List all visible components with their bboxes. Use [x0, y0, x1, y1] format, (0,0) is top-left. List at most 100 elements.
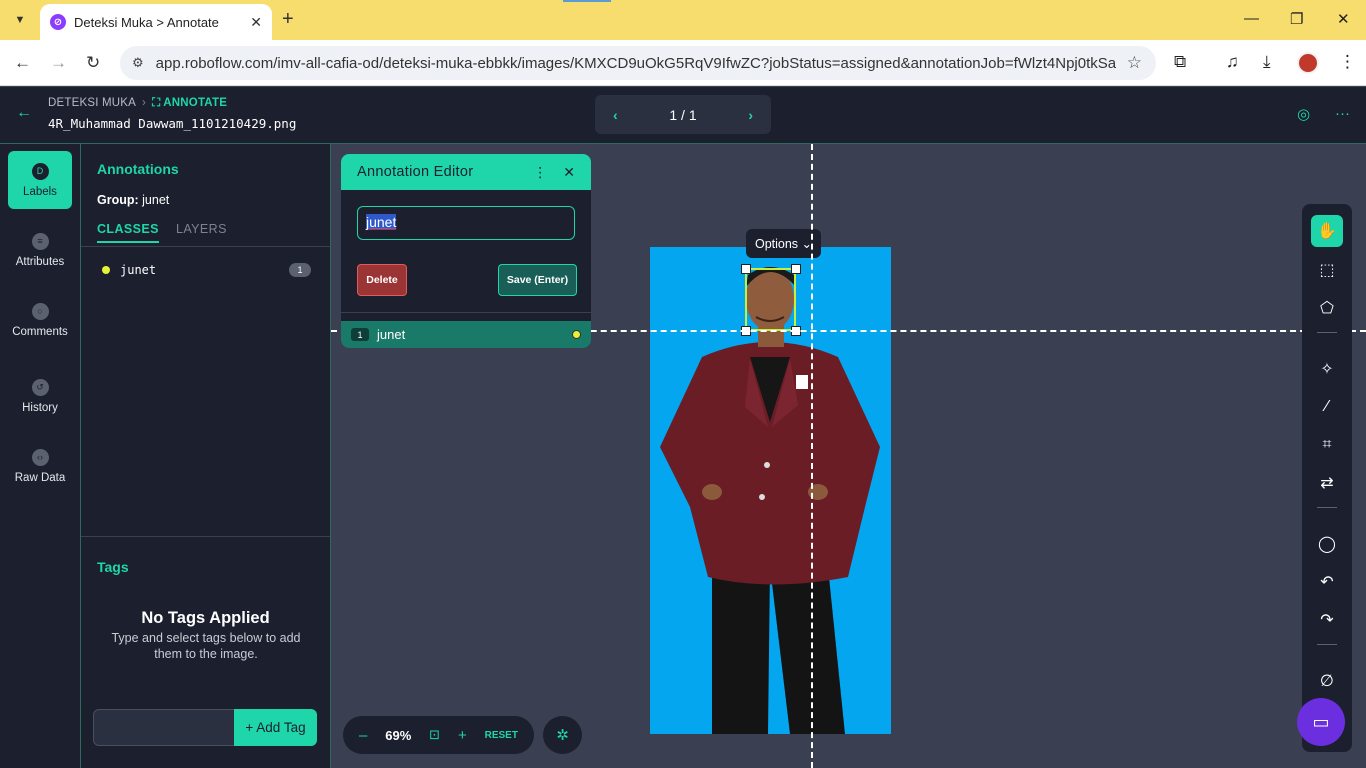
resize-handle[interactable] [791, 264, 801, 274]
zoom-controls: – 69% ⊡ + RESET [343, 716, 534, 754]
tab-title: Deteksi Muka > Annotate [74, 14, 219, 30]
browser-tab-bar: ▼ ⊘ Deteksi Muka > Annotate ✕ + — ❐ ✕ [0, 0, 1366, 40]
left-sidebar: D Labels ≡ Attributes ○ Comments ↺ Histo… [0, 144, 81, 768]
tab-layers[interactable]: LAYERS [176, 222, 227, 236]
class-name-input[interactable]: junet [357, 206, 575, 240]
redo-icon[interactable]: ↷ [1311, 604, 1343, 636]
tool-palette: ✋ ⬚ ⬠ ✧ ⁄ ⌗ ⇄ ◯ ↶ ↷ ∅ [1302, 204, 1352, 752]
sidebar-item-labels[interactable]: D Labels [8, 151, 72, 209]
zoom-level: 69% [385, 727, 412, 743]
null-annotation-icon[interactable]: ∅ [1311, 665, 1343, 697]
editor-divider [341, 312, 591, 313]
support-chat-icon[interactable]: ▭ [1297, 698, 1345, 746]
previous-image-icon[interactable]: ‹ [613, 107, 618, 123]
tag-input[interactable] [93, 709, 235, 746]
bounding-box[interactable] [745, 268, 796, 331]
editor-header: Annotation Editor ⋮ ✕ [341, 154, 591, 190]
polygon-tool-icon[interactable]: ⬠ [1311, 292, 1343, 324]
annotation-editor: Annotation Editor ⋮ ✕ junet Delete Save … [341, 154, 591, 348]
class-name: junet [120, 263, 157, 277]
browser-tab[interactable]: ⊘ Deteksi Muka > Annotate ✕ [40, 4, 272, 40]
box-options-button[interactable]: Options ⌄ [746, 229, 821, 258]
hand-tool-icon[interactable]: ✋ [1311, 215, 1343, 247]
comments-icon: ○ [31, 302, 49, 320]
delete-button[interactable]: Delete [357, 264, 407, 296]
breadcrumb: DETEKSI MUKA › ⛶ ANNOTATE [48, 97, 227, 110]
media-control-icon[interactable]: ♫ [1226, 52, 1239, 72]
sidebar-item-raw-data[interactable]: ‹› Raw Data [8, 437, 72, 495]
options-label: Options [754, 236, 799, 251]
reset-zoom-button[interactable]: RESET [485, 730, 518, 741]
profile-avatar[interactable] [1297, 52, 1319, 74]
forward-icon[interactable]: → [50, 53, 67, 73]
resize-handle[interactable] [741, 264, 751, 274]
zoom-in-icon[interactable]: + [458, 727, 467, 744]
sidebar-item-comments[interactable]: ○ Comments [8, 291, 72, 349]
editor-menu-icon[interactable]: ⋮ [533, 164, 547, 181]
address-bar[interactable]: ⚙ app.roboflow.com/imv-all-cafia-od/dete… [120, 46, 1156, 80]
code-icon: ‹› [31, 448, 49, 466]
hide-annotations-icon[interactable]: ◎ [1297, 105, 1310, 123]
window-close-icon[interactable]: ✕ [1337, 10, 1350, 28]
save-button[interactable]: Save (Enter) [498, 264, 577, 296]
add-tag-button[interactable]: + Add Tag [234, 709, 317, 746]
no-tags-heading: No Tags Applied [141, 609, 270, 627]
class-count-badge: 1 [289, 263, 311, 277]
image-filename: 4R_Muhammad Dawwam_1101210429.png [48, 116, 297, 131]
history-icon: ↺ [31, 378, 49, 396]
class-suggestion-item[interactable]: 1 junet [341, 321, 591, 348]
annotation-canvas[interactable]: Options ⌄ Annotation Editor ⋮ ✕ junet De… [331, 144, 1366, 768]
tab-search-button[interactable]: ▼ [8, 8, 32, 32]
lock-icon[interactable]: ⊡ [429, 727, 440, 743]
bounding-box-tool-icon[interactable]: ⬚ [1311, 254, 1343, 286]
tool-divider [1317, 332, 1337, 333]
annotations-title: Annotations [97, 161, 179, 177]
browser-toolbar: ← → ↻ ⚙ app.roboflow.com/imv-all-cafia-o… [0, 40, 1366, 86]
annotate-icon: ⛶ [152, 97, 164, 109]
sidebar-item-history[interactable]: ↺ History [8, 367, 72, 425]
breadcrumb-current: ANNOTATE [163, 97, 228, 109]
keypoint-tool-icon[interactable]: ⌗ [1311, 429, 1343, 461]
breadcrumb-project[interactable]: DETEKSI MUKA [48, 97, 136, 109]
magic-wand-icon[interactable]: ⁄ [1311, 391, 1343, 423]
group-value: junet [142, 193, 170, 207]
annotation-group: Group: junet [97, 193, 169, 207]
sidebar-item-label: History [22, 401, 58, 414]
crosshair-vertical [811, 144, 813, 768]
roboflow-favicon-icon: ⊘ [50, 14, 66, 30]
browser-menu-icon[interactable]: ⋮ [1339, 52, 1356, 72]
back-arrow-icon[interactable]: ← [16, 104, 32, 122]
new-tab-icon[interactable]: + [282, 9, 294, 29]
editor-title: Annotation Editor [357, 164, 474, 180]
site-info-icon[interactable]: ⚙ [132, 55, 144, 71]
restore-icon[interactable]: ❐ [1290, 10, 1303, 28]
annotation-tabs: CLASSES LAYERS [81, 221, 330, 247]
minimize-icon[interactable]: — [1244, 10, 1259, 27]
bookmark-star-icon[interactable]: ☆ [1127, 53, 1142, 73]
no-tags-subtext: Type and select tags below to add them t… [111, 631, 301, 661]
next-image-icon[interactable]: › [748, 107, 753, 123]
tab-classes[interactable]: CLASSES [97, 222, 159, 243]
class-list-item[interactable]: junet 1 [97, 261, 311, 279]
back-icon[interactable]: ← [14, 53, 31, 73]
app-header: ← DETEKSI MUKA › ⛶ ANNOTATE 4R_Muhammad Da… [0, 87, 1366, 144]
url-text[interactable]: app.roboflow.com/imv-all-cafia-od/deteks… [156, 55, 1116, 72]
repeat-previous-icon[interactable]: ⇄ [1311, 467, 1343, 499]
sidebar-item-label: Comments [12, 325, 68, 338]
zoom-out-icon[interactable]: – [359, 727, 367, 744]
smart-polygon-icon[interactable]: ✧ [1311, 353, 1343, 385]
tab-close-icon[interactable]: ✕ [250, 14, 262, 31]
comment-tool-icon[interactable]: ◯ [1311, 528, 1343, 560]
undo-icon[interactable]: ↶ [1311, 566, 1343, 598]
class-color-dot [102, 266, 110, 274]
more-options-icon[interactable]: ··· [1335, 105, 1350, 122]
extensions-icon[interactable]: ⧉ [1174, 52, 1186, 72]
download-icon[interactable]: ⤓ [1263, 52, 1271, 72]
chevron-down-icon: ⌄ [798, 237, 813, 251]
sidebar-item-attributes[interactable]: ≡ Attributes [8, 221, 72, 279]
editor-close-icon[interactable]: ✕ [563, 164, 575, 181]
attributes-icon: ≡ [31, 232, 49, 250]
reload-icon[interactable]: ↻ [86, 53, 100, 73]
tags-title: Tags [97, 559, 129, 575]
canvas-settings-icon[interactable]: ✲ [543, 716, 582, 754]
